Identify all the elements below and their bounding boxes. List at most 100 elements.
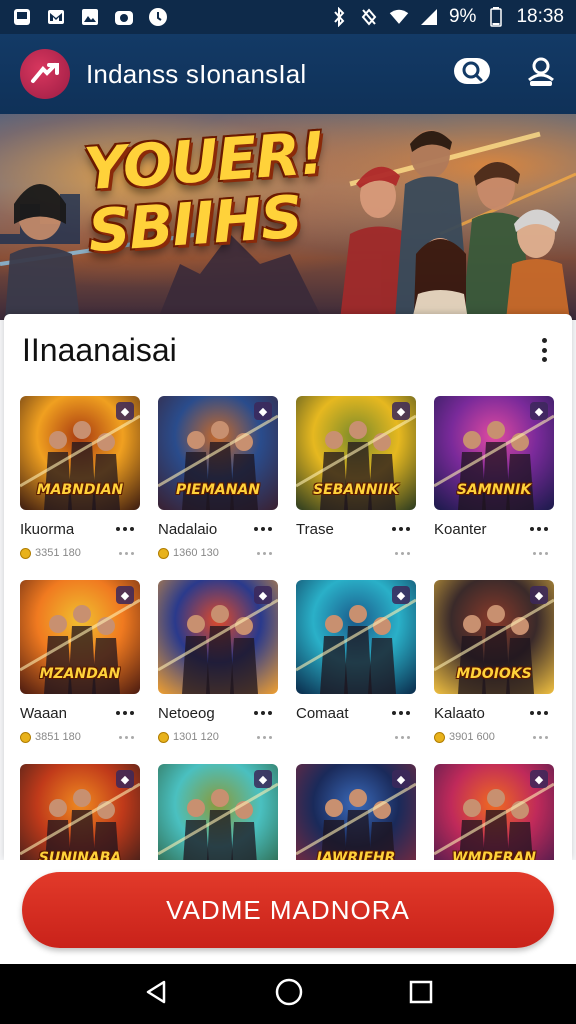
game-name-row: Kalaato	[434, 704, 554, 722]
game-card[interactable]: ◆ MDOIOKS Kalaato 3901 600	[434, 580, 554, 748]
notification-icon	[12, 7, 32, 27]
game-thumbnail[interactable]: ◆ MZANDAN	[20, 580, 140, 694]
app-root: 9% 18:38 Indanss sIonansIal YOUER! SBIIH…	[0, 0, 576, 1024]
clock: 18:38	[516, 6, 564, 27]
coin-icon	[158, 731, 169, 743]
game-thumbnail[interactable]: ◆ SAMNNIK	[434, 396, 554, 510]
game-name-row: Ikuorma	[20, 520, 140, 538]
coin-icon	[434, 731, 445, 743]
bluetooth-icon	[329, 7, 349, 27]
more-options-icon[interactable]	[534, 335, 554, 365]
game-meta-row	[434, 546, 554, 560]
game-card[interactable]: ◆ Comaat	[296, 580, 416, 748]
logo-icon	[31, 63, 59, 83]
game-badge-icon: ◆	[392, 770, 410, 788]
game-meta: 3901 600	[449, 731, 495, 743]
back-icon[interactable]	[142, 978, 170, 1011]
card-menu-icon[interactable]	[530, 711, 548, 715]
game-card[interactable]: ◆ MABNDIAN Ikuorma 3351 180	[20, 396, 140, 564]
status-bar: 9% 18:38	[0, 0, 576, 34]
wifi-icon	[389, 7, 409, 27]
game-meta-row	[296, 546, 416, 560]
thumbnail-title: WMDERAN	[452, 850, 536, 860]
app-logo[interactable]	[20, 49, 70, 99]
meta-dots-icon	[395, 551, 410, 555]
system-nav-bar	[0, 964, 576, 1024]
card-menu-icon[interactable]	[392, 711, 410, 715]
search-icon[interactable]	[452, 56, 492, 93]
thumbnail-title: SEBANNIIK	[313, 482, 399, 498]
game-badge-icon: ◆	[116, 402, 134, 420]
section-title: IInaanaisai	[22, 331, 177, 368]
game-badge-icon: ◆	[530, 402, 548, 420]
games-section: IInaanaisai ◆ MABNDIAN Ikuorma 3351 180 ◆ PIE…	[4, 314, 572, 860]
card-menu-icon[interactable]	[116, 711, 134, 715]
game-thumbnail[interactable]: ◆ JAWRIEHR	[296, 764, 416, 860]
camera-icon	[114, 7, 134, 27]
card-menu-icon[interactable]	[116, 527, 134, 531]
gmail-icon	[46, 7, 66, 27]
games-grid: ◆ MABNDIAN Ikuorma 3351 180 ◆ PIEMANAN Nadalai…	[20, 396, 560, 860]
game-card[interactable]: ◆ SAMNNIK Koanter	[434, 396, 554, 564]
game-card[interactable]: ◆ SEBANNIIK Trase	[296, 396, 416, 564]
game-card[interactable]: ◆ Netoeog 1301 120	[158, 580, 278, 748]
app-title: Indanss sIonansIal	[86, 58, 307, 89]
battery-percent: 9%	[448, 6, 477, 27]
game-thumbnail[interactable]: ◆	[296, 580, 416, 694]
hero-banner[interactable]: YOUER! SBIIHS	[0, 114, 576, 320]
card-menu-icon[interactable]	[392, 527, 410, 531]
section-header: IInaanaisai	[4, 314, 572, 386]
thumbnail-title: MDOIOKS	[456, 666, 532, 682]
meta-dots-icon	[119, 735, 134, 739]
profile-icon[interactable]	[526, 56, 556, 93]
game-badge-icon: ◆	[254, 770, 272, 788]
game-thumbnail[interactable]: ◆ PIEMANAN	[158, 396, 278, 510]
coin-icon	[20, 547, 31, 559]
card-menu-icon[interactable]	[254, 527, 272, 531]
home-icon[interactable]	[274, 977, 304, 1012]
game-badge-icon: ◆	[392, 402, 410, 420]
game-name: Ikuorma	[20, 520, 75, 538]
game-thumbnail[interactable]: ◆ SUNINABA	[20, 764, 140, 860]
game-name-row: Comaat	[296, 704, 416, 722]
game-card[interactable]: ◆ MZANDAN Waaan 3851 180	[20, 580, 140, 748]
game-card[interactable]: ◆ PIEMANAN Nadalaio 1360 130	[158, 396, 278, 564]
game-card[interactable]: ◆ SUNINABA	[20, 764, 140, 860]
game-thumbnail[interactable]: ◆ SEBANNIIK	[296, 396, 416, 510]
game-name: Waaan	[20, 704, 67, 722]
thumbnail-title: SUNINABA	[38, 850, 122, 860]
game-name: Nadalaio	[158, 520, 218, 538]
game-thumbnail[interactable]: ◆ MDOIOKS	[434, 580, 554, 694]
game-name: Trase	[296, 520, 334, 538]
primary-cta-button[interactable]: VADME MADNORA	[22, 872, 554, 948]
card-menu-icon[interactable]	[530, 527, 548, 531]
recents-icon[interactable]	[408, 979, 434, 1010]
app-bar-actions	[452, 56, 556, 93]
game-name: Kalaato	[434, 704, 485, 722]
game-badge-icon: ◆	[116, 770, 134, 788]
status-bar-notifications	[12, 7, 168, 27]
game-badge-icon: ◆	[254, 586, 272, 604]
game-meta-row: 3351 180	[20, 546, 140, 560]
game-badge-icon: ◆	[530, 586, 548, 604]
game-meta: 3851 180	[35, 731, 81, 743]
game-meta-row: 3851 180	[20, 730, 140, 744]
game-thumbnail[interactable]: ◆ WMDERAN	[434, 764, 554, 860]
game-card[interactable]: ◆	[158, 764, 278, 860]
mute-icon	[359, 7, 379, 27]
game-card[interactable]: ◆ JAWRIEHR	[296, 764, 416, 860]
app-bar: Indanss sIonansIal	[0, 34, 576, 114]
game-meta-row: 1360 130	[158, 546, 278, 560]
game-card[interactable]: ◆ WMDERAN	[434, 764, 554, 860]
banner-title: YOUER! SBIIHS	[82, 119, 331, 266]
game-thumbnail[interactable]: ◆ MABNDIAN	[20, 396, 140, 510]
thumbnail-title: MABNDIAN	[36, 482, 124, 498]
game-meta-row: 3901 600	[434, 730, 554, 744]
game-thumbnail[interactable]: ◆	[158, 580, 278, 694]
meta-dots-icon	[119, 551, 134, 555]
image-icon	[80, 7, 100, 27]
game-meta: 1360 130	[173, 547, 219, 559]
game-meta-row: 1301 120	[158, 730, 278, 744]
card-menu-icon[interactable]	[254, 711, 272, 715]
game-thumbnail[interactable]: ◆	[158, 764, 278, 860]
